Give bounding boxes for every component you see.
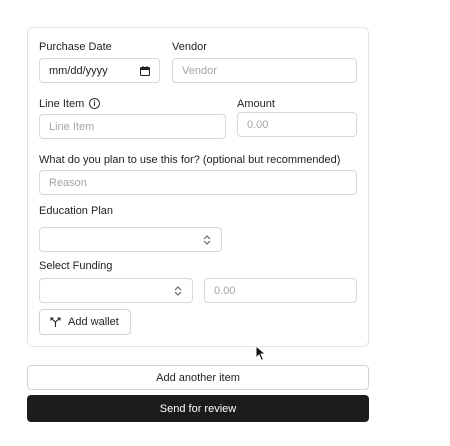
- vendor-input[interactable]: [172, 58, 357, 83]
- add-another-item-button[interactable]: Add another item: [27, 365, 369, 390]
- send-for-review-button[interactable]: Send for review: [27, 395, 369, 422]
- chevron-up-down-icon: [203, 234, 211, 245]
- expense-form-card: Purchase Date mm/dd/yyyy Vendor Line Ite…: [27, 27, 369, 347]
- add-wallet-label: Add wallet: [68, 316, 119, 328]
- merge-icon: [50, 316, 61, 327]
- line-item-input[interactable]: [39, 114, 226, 139]
- calendar-icon[interactable]: [140, 65, 150, 76]
- add-another-item-label: Add another item: [156, 371, 240, 384]
- amount-label: Amount: [237, 98, 275, 110]
- education-plan-select[interactable]: [39, 227, 222, 252]
- amount-input[interactable]: [237, 112, 357, 137]
- purchase-date-label: Purchase Date: [39, 41, 112, 53]
- send-for-review-label: Send for review: [159, 402, 237, 415]
- purchase-date-value: mm/dd/yyyy: [49, 64, 108, 77]
- education-plan-label: Education Plan: [39, 205, 113, 217]
- reason-input[interactable]: [39, 170, 357, 195]
- chevron-up-down-icon: [174, 285, 182, 296]
- funding-amount-input[interactable]: [204, 278, 357, 303]
- vendor-label: Vendor: [172, 41, 207, 53]
- mouse-pointer-icon: [255, 345, 267, 362]
- line-item-label: Line Item: [39, 98, 85, 110]
- purchase-date-input[interactable]: mm/dd/yyyy: [39, 58, 160, 83]
- funding-select[interactable]: [39, 278, 193, 303]
- select-funding-label: Select Funding: [39, 260, 113, 272]
- add-wallet-button[interactable]: Add wallet: [39, 309, 131, 335]
- reason-label: What do you plan to use this for? (optio…: [39, 154, 341, 166]
- info-icon[interactable]: i: [89, 98, 100, 109]
